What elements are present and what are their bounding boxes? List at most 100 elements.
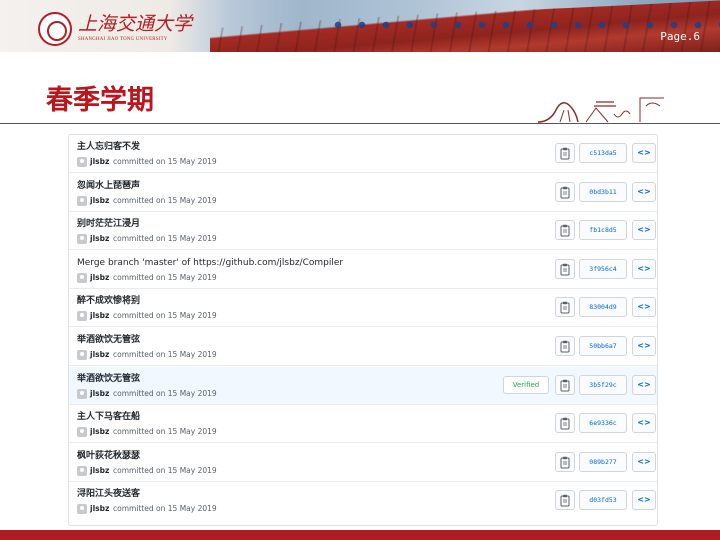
copy-sha-button[interactable] xyxy=(555,451,575,472)
clipboard-icon xyxy=(560,263,570,276)
commit-sha-link[interactable]: 50bb6a7 xyxy=(579,336,627,356)
clipboard-icon xyxy=(560,340,570,353)
browse-repo-button[interactable]: <> xyxy=(632,181,656,202)
commit-meta: jlsbz committed on 15 May 2019 xyxy=(77,348,337,362)
avatar-icon[interactable] xyxy=(77,465,87,476)
commit-row: 主人忘归客不发 jlsbz committed on 15 May 2019 c… xyxy=(69,135,657,173)
browse-repo-button[interactable]: <> xyxy=(632,143,656,163)
university-seal-icon xyxy=(38,12,72,46)
commit-sha-link[interactable]: 3b5f29c xyxy=(579,374,627,395)
commit-message-link[interactable]: Merge branch 'master' of https://github.… xyxy=(77,256,377,270)
commit-sha-link[interactable]: d03fd53 xyxy=(579,490,627,511)
commit-meta: jlsbz committed on 15 May 2019 xyxy=(77,271,337,285)
clipboard-icon xyxy=(560,224,570,237)
commit-author-link[interactable]: jlsbz xyxy=(90,194,109,208)
copy-sha-button[interactable] xyxy=(555,220,575,241)
commit-date: committed on 15 May 2019 xyxy=(113,427,217,437)
code-icon: <> xyxy=(637,148,651,157)
commit-sha-link[interactable]: 089b277 xyxy=(579,451,627,472)
commit-author-link[interactable]: jlsbz xyxy=(90,271,109,285)
copy-sha-button[interactable] xyxy=(555,258,575,279)
commit-date: committed on 15 May 2019 xyxy=(113,234,217,244)
commit-meta: jlsbz committed on 15 May 2019 xyxy=(77,155,337,169)
avatar-icon[interactable] xyxy=(77,388,87,399)
commit-author-link[interactable]: jlsbz xyxy=(90,464,109,478)
browse-repo-button[interactable]: <> xyxy=(632,374,656,395)
commit-message-link[interactable]: 忽闻水上琵琶声 xyxy=(77,179,377,193)
commit-sha-link[interactable]: c513da5 xyxy=(579,143,627,163)
browse-repo-button[interactable]: <> xyxy=(632,451,656,472)
slide-title: 春季学期 xyxy=(46,85,154,116)
commit-sha-link[interactable]: 83004d9 xyxy=(579,297,627,318)
copy-sha-button[interactable] xyxy=(555,297,575,318)
avatar-icon[interactable] xyxy=(77,234,87,245)
commit-row: 枫叶荻花秋瑟瑟 jlsbz committed on 15 May 2019 0… xyxy=(69,443,657,482)
code-icon: <> xyxy=(637,225,651,235)
avatar-icon[interactable] xyxy=(77,157,87,167)
commit-list: 主人忘归客不发 jlsbz committed on 15 May 2019 c… xyxy=(68,134,658,526)
avatar-icon[interactable] xyxy=(77,311,87,322)
clipboard-icon xyxy=(560,147,570,160)
browse-repo-button[interactable]: <> xyxy=(632,413,656,434)
commit-author-link[interactable]: jlsbz xyxy=(90,387,109,401)
commit-message-link[interactable]: 主人忘归客不发 xyxy=(77,140,377,154)
logo-chinese-name: 上海交通大学 xyxy=(78,13,193,35)
commit-meta: jlsbz committed on 15 May 2019 xyxy=(77,309,337,323)
commit-date: committed on 15 May 2019 xyxy=(113,311,217,321)
commit-author-link[interactable]: jlsbz xyxy=(90,232,109,246)
commit-author-link[interactable]: jlsbz xyxy=(90,155,109,169)
commit-meta: jlsbz committed on 15 May 2019 xyxy=(77,502,337,516)
avatar-icon[interactable] xyxy=(77,504,87,515)
commit-message-link[interactable]: 别时茫茫江浸月 xyxy=(77,217,377,231)
commit-sha-link[interactable]: fb1c8d5 xyxy=(579,220,627,241)
commit-message-link[interactable]: 浔阳江头夜送客 xyxy=(77,487,377,501)
commit-date: committed on 15 May 2019 xyxy=(113,195,217,205)
commit-sha-link[interactable]: 3f956c4 xyxy=(579,258,627,279)
clipboard-icon xyxy=(560,186,570,199)
commit-author-link[interactable]: jlsbz xyxy=(90,348,109,362)
avatar-icon[interactable] xyxy=(77,427,87,438)
code-icon: <> xyxy=(637,186,651,196)
commit-row: Merge branch 'master' of https://github.… xyxy=(69,250,657,289)
browse-repo-button[interactable]: <> xyxy=(632,490,656,511)
commit-message-link[interactable]: 举酒欲饮无管弦 xyxy=(77,333,377,347)
commit-row: 浔阳江头夜送客 jlsbz committed on 15 May 2019 d… xyxy=(69,482,657,521)
browse-repo-button[interactable]: <> xyxy=(632,336,656,356)
verified-badge[interactable]: Verified xyxy=(503,375,549,394)
copy-sha-button[interactable] xyxy=(555,490,575,511)
commit-date: committed on 15 May 2019 xyxy=(113,388,217,398)
copy-sha-button[interactable] xyxy=(555,413,575,434)
code-icon: <> xyxy=(637,495,651,505)
commit-meta: jlsbz committed on 15 May 2019 xyxy=(77,464,337,478)
commit-row: 醉不成欢惨将别 jlsbz committed on 15 May 2019 8… xyxy=(69,289,657,328)
avatar-icon[interactable] xyxy=(77,272,87,283)
copy-sha-button[interactable] xyxy=(555,374,575,395)
browse-repo-button[interactable]: <> xyxy=(632,258,656,279)
commit-author-link[interactable]: jlsbz xyxy=(90,502,109,516)
commit-row: 别时茫茫江浸月 jlsbz committed on 15 May 2019 f… xyxy=(69,212,657,251)
commit-date: committed on 15 May 2019 xyxy=(113,350,217,359)
browse-repo-button[interactable]: <> xyxy=(632,220,656,241)
logo-english-name: SHANGHAI JIAO TONG UNIVERSITY xyxy=(78,37,168,42)
commit-author-link[interactable]: jlsbz xyxy=(90,309,109,323)
footer-bar xyxy=(0,530,720,540)
commit-row: 主人下马客在船 jlsbz committed on 15 May 2019 6… xyxy=(69,405,657,444)
avatar-icon[interactable] xyxy=(77,195,87,206)
copy-sha-button[interactable] xyxy=(555,181,575,202)
commit-message-link[interactable]: 举酒欲饮无管弦 xyxy=(77,372,377,386)
avatar-icon[interactable] xyxy=(77,350,87,360)
commit-row: 举酒欲饮无管弦 jlsbz committed on 15 May 2019 V… xyxy=(69,366,657,405)
commit-message-link[interactable]: 枫叶荻花秋瑟瑟 xyxy=(77,449,377,463)
commit-sha-link[interactable]: 6e9336c xyxy=(579,413,627,434)
commit-author-link[interactable]: jlsbz xyxy=(90,425,109,439)
commit-date: committed on 15 May 2019 xyxy=(113,272,217,282)
commit-message-link[interactable]: 醉不成欢惨将别 xyxy=(77,294,377,308)
browse-repo-button[interactable]: <> xyxy=(632,297,656,318)
code-icon: <> xyxy=(637,263,651,273)
clipboard-icon xyxy=(560,417,570,430)
commit-sha-link[interactable]: 0bd3b11 xyxy=(579,181,627,202)
commit-message-link[interactable]: 主人下马客在船 xyxy=(77,410,377,424)
copy-sha-button[interactable] xyxy=(555,336,575,356)
commit-date: committed on 15 May 2019 xyxy=(113,465,217,475)
copy-sha-button[interactable] xyxy=(555,143,575,163)
